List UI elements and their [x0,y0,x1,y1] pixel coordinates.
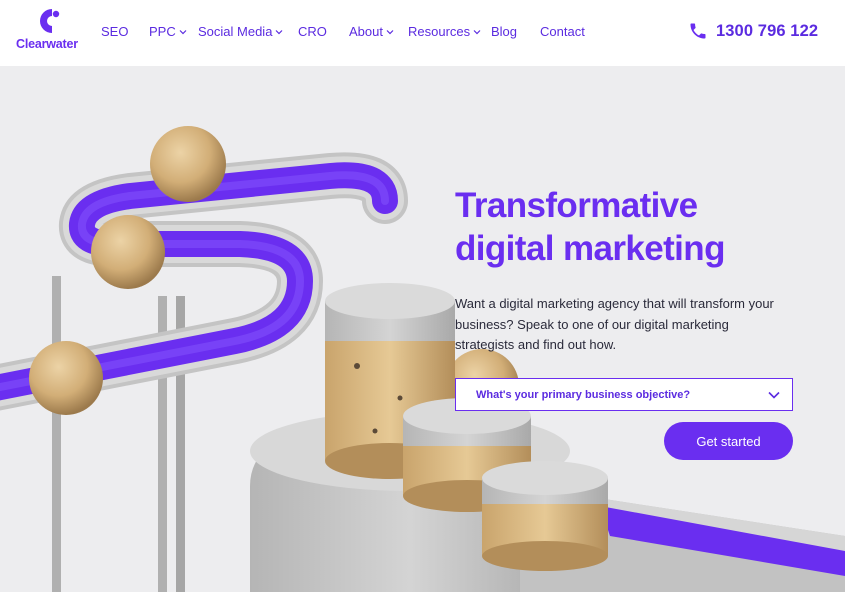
site-header: Clearwater SEO PPC Social Media CRO Abou… [0,0,845,66]
hero-headline: Transformative digital marketing [455,184,825,270]
clearwater-logo[interactable]: Clearwater [14,8,86,56]
chevron-down-icon [276,29,283,34]
logo-text: Clearwater [16,37,78,51]
hero-section: Transformative digital marketing Want a … [0,66,845,592]
chevron-down-icon [473,29,481,34]
nav-item-label: PPC [149,24,176,39]
headline-line-1: Transformative [455,186,698,225]
chevron-down-icon [179,29,187,34]
phone-number: 1300 796 122 [716,21,819,40]
chevron-down-icon [768,391,780,399]
headline-line-2: digital marketing [455,229,725,268]
nav-item-label: Resources [408,24,471,39]
business-objective-select[interactable]: What's your primary business objective? [455,378,793,411]
nav-item-ppc[interactable]: PPC [149,24,187,39]
nav-item-contact[interactable]: Contact [540,24,585,39]
nav-item-social-media[interactable]: Social Media [198,24,283,39]
support-poles [52,276,185,592]
chevron-down-icon [386,29,394,34]
logo-mark-icon [40,9,60,33]
nav-item-cro[interactable]: CRO [298,24,327,39]
nav-item-label: Social Media [198,24,273,39]
nav-item-about[interactable]: About [349,24,394,39]
phone-icon [690,23,706,39]
get-started-button[interactable]: Get started [664,422,793,460]
nav-item-label: CRO [298,24,327,39]
nav-item-label: About [349,24,383,39]
nav-item-label: Contact [540,24,585,39]
nav-item-resources[interactable]: Resources [408,24,481,39]
select-value: What's your primary business objective? [476,388,691,401]
nav-item-seo[interactable]: SEO [101,24,128,39]
phone-link[interactable]: 1300 796 122 [688,21,818,41]
nav-item-label: Blog [491,24,518,39]
nav-item-blog[interactable]: Blog [491,24,517,39]
hero-subtext: Want a digital marketing agency that wil… [455,296,774,352]
nav-item-label: SEO [101,24,129,39]
